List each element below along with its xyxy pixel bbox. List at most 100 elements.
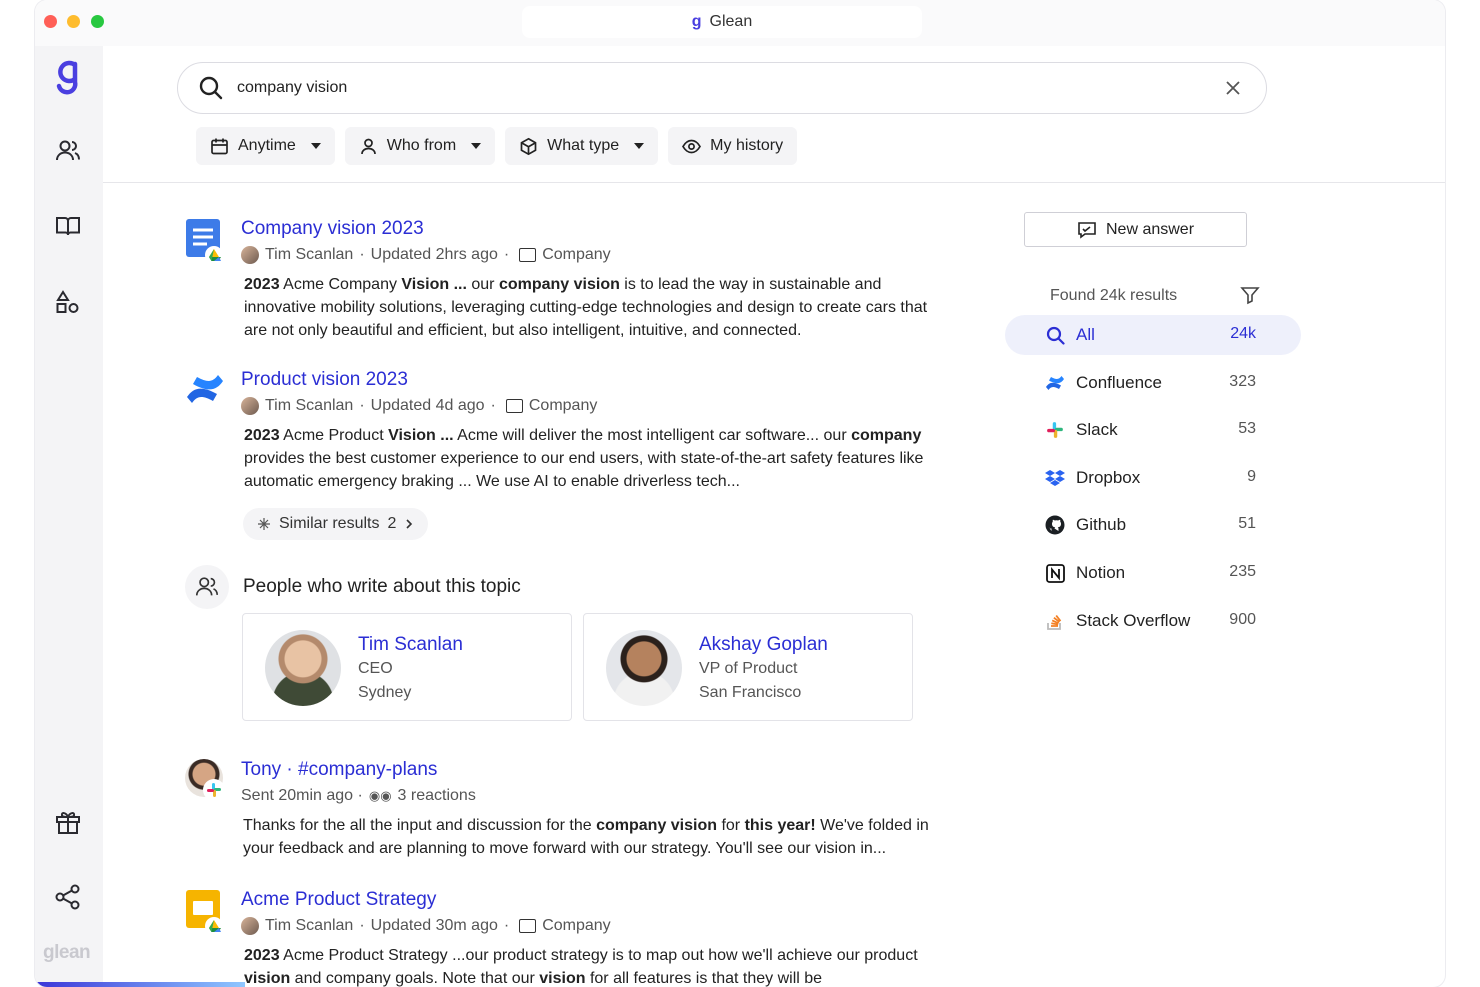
filter-anytime[interactable]: Anytime	[196, 127, 335, 165]
snippet-text: Acme Product Strategy ...our product str…	[279, 947, 918, 964]
result-author[interactable]: Tim Scanlan	[265, 397, 353, 415]
slack-icon	[1045, 420, 1065, 440]
cube-icon	[520, 137, 537, 155]
source-filter-slack[interactable]: Slack 53	[1005, 410, 1301, 450]
folder-icon	[505, 399, 523, 413]
snippet-text: Acme will deliver the most intelligent c…	[453, 427, 852, 444]
source-label: Stack Overflow	[1076, 611, 1191, 630]
github-icon	[1045, 515, 1065, 535]
snippet-text: Vision ...	[401, 276, 467, 293]
result-updated: Updated 30m ago	[370, 917, 498, 934]
source-filter-confluence[interactable]: Confluence 323	[1005, 363, 1301, 403]
snippet-text: company	[851, 427, 922, 444]
gift-icon[interactable]	[49, 803, 87, 841]
snippet-text: 2023	[244, 276, 280, 293]
person-name[interactable]: Tim Scanlan	[358, 634, 463, 656]
snippet-text: Thanks for the all the input and discuss…	[243, 817, 597, 834]
window-title: g Glean	[522, 6, 922, 38]
source-count: 900	[1229, 611, 1256, 628]
source-filter-notion[interactable]: Notion 235	[1005, 553, 1301, 593]
clear-search-button[interactable]	[1222, 77, 1244, 99]
result-author[interactable]: Tim Scanlan	[265, 917, 353, 935]
dropbox-icon	[1045, 468, 1065, 488]
filter-who-from[interactable]: Who from	[344, 127, 496, 165]
source-label: Notion	[1076, 563, 1126, 582]
source-filter-dropbox[interactable]: Dropbox 9	[1005, 458, 1301, 498]
slack-icon	[203, 779, 225, 801]
search-header: Anytime Who from What type My history	[103, 46, 1445, 183]
stackoverflow-icon	[1045, 611, 1065, 631]
avatar	[265, 630, 341, 706]
person-card[interactable]: Tim Scanlan CEO Sydney	[242, 613, 572, 721]
filter-my-history[interactable]: My history	[668, 127, 798, 165]
snippet-text: this year!	[744, 817, 816, 834]
filter-anytime-label: Anytime	[238, 137, 296, 154]
search-icon	[1045, 325, 1065, 345]
people-icon	[185, 565, 229, 609]
result-author[interactable]: Tim Scanlan	[265, 246, 353, 264]
source-filter-github[interactable]: Github 51	[1005, 505, 1301, 545]
filter-what-type[interactable]: What type	[505, 127, 659, 165]
avatar	[241, 397, 259, 415]
similar-results-count: 2	[387, 515, 397, 532]
person-location: San Francisco	[699, 684, 802, 701]
result-meta: Tim Scanlan · Updated 30m ago · Company	[241, 917, 611, 935]
book-icon[interactable]	[49, 207, 87, 245]
glean-logo-icon: g	[691, 13, 702, 30]
snippet-text: provides the best customer experience to…	[244, 450, 924, 490]
result-folder[interactable]: Company	[542, 246, 610, 264]
filter-my-history-label: My history	[710, 137, 784, 154]
result-title[interactable]: Product vision 2023	[241, 369, 408, 391]
maximize-window-button[interactable]	[91, 15, 104, 28]
search-input[interactable]	[237, 79, 1197, 97]
similar-results-button[interactable]: Similar results 2	[243, 508, 429, 540]
filter-who-from-label: Who from	[386, 137, 457, 154]
window-title-text: Glean	[709, 13, 753, 30]
chat-icon	[1078, 221, 1096, 239]
source-label: Github	[1076, 515, 1127, 534]
snippet-text: vision	[244, 970, 291, 987]
people-section-title: People who write about this topic	[243, 576, 521, 597]
confluence-icon	[185, 369, 225, 409]
source-count: 235	[1229, 563, 1256, 580]
result-snippet: Thanks for the all the input and discuss…	[243, 814, 943, 860]
result-title[interactable]: Tony · #company-plans	[241, 759, 437, 781]
result-title[interactable]: Company vision 2023	[241, 218, 424, 240]
chevron-down-icon	[634, 143, 645, 149]
share-icon[interactable]	[49, 878, 87, 916]
close-window-button[interactable]	[44, 15, 57, 28]
glean-wordmark: glean	[43, 942, 91, 963]
minimize-window-button[interactable]	[67, 15, 80, 28]
person-name[interactable]: Akshay Goplan	[699, 634, 828, 656]
search-box[interactable]	[177, 62, 1267, 114]
source-filter-all[interactable]: All 24k	[1005, 315, 1301, 355]
google-slides-icon	[185, 889, 225, 935]
result-updated: Updated 2hrs ago	[370, 246, 498, 263]
source-label: Slack	[1076, 420, 1118, 439]
source-count: 51	[1238, 515, 1256, 532]
confluence-icon	[1045, 373, 1065, 393]
people-section-header: People who write about this topic	[185, 565, 965, 609]
result-title[interactable]: Acme Product Strategy	[241, 889, 436, 911]
result-snippet: 2023 Acme Company Vision ... our company…	[244, 273, 944, 342]
google-docs-icon	[185, 218, 225, 264]
eye-icon	[682, 139, 702, 153]
person-card[interactable]: Akshay Goplan VP of Product San Francisc…	[583, 613, 913, 721]
new-answer-button[interactable]: New answer	[1024, 212, 1247, 247]
result-folder[interactable]: Company	[542, 917, 610, 935]
source-count: 24k	[1230, 325, 1256, 342]
filter-icon[interactable]	[1240, 285, 1260, 305]
shapes-icon[interactable]	[49, 283, 87, 321]
chevron-right-icon	[406, 519, 413, 529]
people-icon[interactable]	[49, 132, 87, 170]
chevron-down-icon	[310, 143, 321, 149]
person-role: VP of Product	[699, 660, 798, 677]
source-filter-stackoverflow[interactable]: Stack Overflow 900	[1005, 601, 1301, 641]
source-label: All	[1076, 325, 1095, 344]
results-count-text: Found 24k results	[1050, 287, 1178, 304]
snippet-text: Vision ...	[388, 427, 454, 444]
filter-what-type-label: What type	[547, 137, 620, 154]
glean-logo-icon[interactable]	[49, 58, 87, 98]
eyes-icon: ◉◉	[368, 788, 392, 803]
result-folder[interactable]: Company	[529, 397, 597, 415]
